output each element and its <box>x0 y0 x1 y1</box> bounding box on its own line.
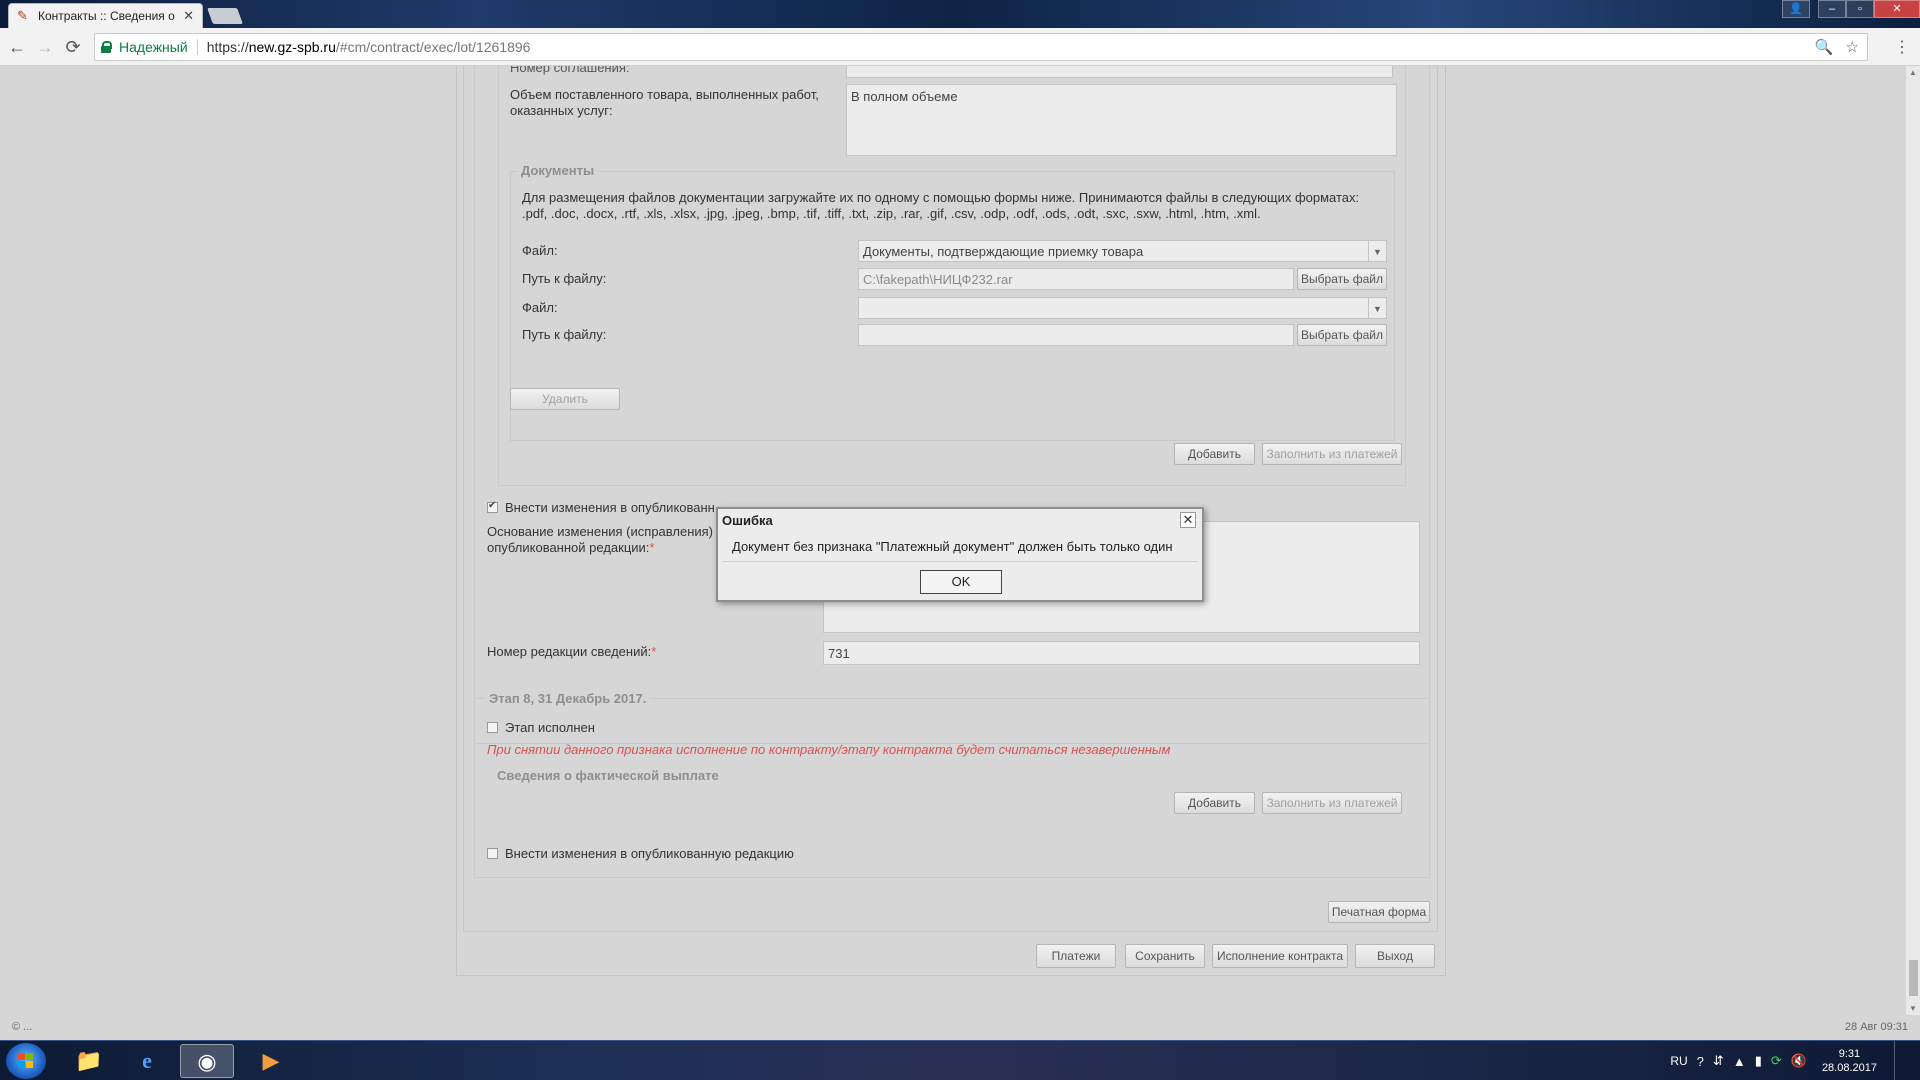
show-desktop-button[interactable] <box>1894 1041 1906 1080</box>
change-reason-label: Основание изменения (исправления) <box>487 524 714 539</box>
system-clock[interactable]: 9:31 28.08.2017 <box>1822 1047 1877 1075</box>
footer-datetime: 28 Авг 09:31 <box>1844 1021 1908 1033</box>
change-reason-label-2: опубликованной редакции:* <box>487 540 655 555</box>
file-explorer-icon[interactable]: 📁 <box>62 1044 116 1078</box>
scroll-down-icon[interactable]: ▼ <box>1909 1004 1917 1013</box>
file-path-input-2[interactable] <box>858 324 1294 346</box>
agreement-number-label: Номер соглашения: <box>510 66 630 75</box>
file-type-select-2[interactable]: ▼ <box>858 297 1387 319</box>
footer-copyright: © ... <box>12 1021 33 1033</box>
revision-number-field[interactable]: 731 <box>823 641 1420 665</box>
start-button[interactable] <box>6 1043 46 1079</box>
scroll-thumb[interactable] <box>1909 960 1918 996</box>
stage-done-checkbox[interactable] <box>487 722 498 733</box>
ok-button[interactable]: OK <box>920 570 1002 594</box>
page-scrollbar[interactable]: ▲ ▼ <box>1906 66 1920 1015</box>
choose-file-button-2[interactable]: Выбрать файл <box>1297 324 1387 346</box>
contract-execution-button[interactable]: Исполнение контракта <box>1212 944 1348 968</box>
change-published-checkbox[interactable] <box>487 500 498 513</box>
sync-icon[interactable]: ⟳ <box>1771 1053 1782 1069</box>
dialog-title: Ошибка <box>722 513 773 528</box>
dialog-message: Документ без признака "Платежный докумен… <box>732 539 1173 554</box>
tray-expand-icon[interactable]: ▲ <box>1733 1054 1746 1069</box>
change-published-label: Внести изменения в опубликованн <box>505 500 715 515</box>
documents-hint: Для размещения файлов документации загру… <box>522 190 1360 221</box>
print-form-button[interactable]: Печатная форма <box>1328 901 1430 923</box>
volume-textarea[interactable]: В полном объеме <box>846 84 1397 156</box>
secure-label: Надежный <box>119 39 198 55</box>
fill-stage-from-payments-button[interactable]: Заполнить из платежей <box>1262 792 1402 814</box>
add-stage-payment-button[interactable]: Добавить <box>1174 792 1255 814</box>
file-path-input-1[interactable]: C:\fakepath\НИЦФ232.rar <box>858 268 1294 290</box>
url-scheme: https:// <box>206 39 249 55</box>
scroll-up-icon[interactable]: ▲ <box>1909 68 1917 77</box>
stage-change-published-checkbox[interactable] <box>487 848 498 859</box>
zoom-icon[interactable]: 🔍 <box>1815 38 1834 56</box>
browser-menu-icon[interactable]: ⋮ <box>1894 37 1910 57</box>
file-label-2: Файл: <box>522 300 558 315</box>
path-label-2: Путь к файлу: <box>522 327 607 342</box>
file-label-1: Файл: <box>522 243 558 258</box>
new-tab-button[interactable] <box>207 8 243 24</box>
system-tray: RU ? ⇵ ▲ ▮ ⟳ 🔇 9:31 28.08.2017 <box>1670 1041 1920 1080</box>
forward-icon[interactable]: → <box>34 36 56 58</box>
fill-from-payments-button[interactable]: Заполнить из платежей <box>1262 443 1402 465</box>
site-favicon-icon: ✎ <box>17 8 28 23</box>
stage-legend: Этап 8, 31 Декабрь 2017. <box>485 691 651 706</box>
help-icon[interactable]: ? <box>1697 1054 1704 1069</box>
windows-taskbar: 📁 e ◉ ▶ RU ? ⇵ ▲ ▮ ⟳ 🔇 9:31 28.08.2017 <box>0 1040 1920 1080</box>
exit-button[interactable]: Выход <box>1355 944 1435 968</box>
bookmark-star-icon[interactable]: ☆ <box>1846 38 1859 56</box>
volume-label: Объем поставленного товара, выполненных … <box>510 87 819 118</box>
internet-explorer-icon[interactable]: e <box>120 1044 174 1078</box>
tab-title: Контракты :: Сведения о <box>38 9 175 23</box>
window-close-button[interactable]: ✕ <box>1874 0 1920 18</box>
user-profile-icon[interactable]: 👤 <box>1782 0 1810 18</box>
delete-button[interactable]: Удалить <box>510 388 620 410</box>
maximize-button[interactable]: ▫ <box>1846 0 1874 18</box>
chevron-down-icon: ▼ <box>1368 298 1386 318</box>
browser-toolbar: ← → ⟳ Надежный https://new.gz-spb.ru/#cm… <box>0 28 1920 66</box>
page-footer: © ... 28 Авг 09:31 <box>0 1015 1920 1040</box>
volume-muted-icon[interactable]: 🔇 <box>1791 1053 1807 1069</box>
language-indicator[interactable]: RU <box>1670 1054 1687 1068</box>
network-activity-icon[interactable]: ⇵ <box>1713 1053 1724 1069</box>
url-path: /#cm/contract/exec/lot/1261896 <box>335 39 531 55</box>
payments-button[interactable]: Платежи <box>1036 944 1116 968</box>
windows-logo-icon <box>18 1053 34 1069</box>
documents-legend: Документы <box>517 163 599 178</box>
browser-tabstrip: ✎ Контракты :: Сведения о ✕ 👤 – ▫ ✕ <box>0 0 1920 28</box>
add-payment-button[interactable]: Добавить <box>1174 443 1255 465</box>
chevron-down-icon: ▼ <box>1368 241 1386 261</box>
error-dialog: Ошибка ✕ Документ без признака "Платежны… <box>716 507 1204 602</box>
url-host: new.gz-spb.ru <box>248 39 336 55</box>
stage-change-published-label: Внести изменения в опубликованную редакц… <box>505 846 794 861</box>
close-icon[interactable]: ✕ <box>1180 512 1196 528</box>
browser-tab[interactable]: ✎ Контракты :: Сведения о ✕ <box>8 3 203 28</box>
minimize-button[interactable]: – <box>1818 0 1846 18</box>
path-label-1: Путь к файлу: <box>522 271 607 286</box>
lock-icon <box>101 41 112 53</box>
actual-payment-label: Сведения о фактической выплате <box>497 768 719 783</box>
clock-time: 9:31 <box>1838 1048 1861 1060</box>
url-text[interactable]: https://new.gz-spb.ru/#cm/contract/exec/… <box>207 39 531 55</box>
choose-file-button-1[interactable]: Выбрать файл <box>1297 268 1387 290</box>
network-icon[interactable]: ▮ <box>1755 1053 1762 1069</box>
media-player-icon[interactable]: ▶ <box>244 1044 298 1078</box>
stage-warning-text: При снятии данного признака исполнение п… <box>487 742 1171 757</box>
address-bar[interactable]: Надежный https://new.gz-spb.ru/#cm/contr… <box>94 33 1868 61</box>
save-button[interactable]: Сохранить <box>1125 944 1205 968</box>
tab-close-icon[interactable]: ✕ <box>183 8 194 24</box>
stage-done-label: Этап исполнен <box>505 720 595 735</box>
clock-date: 28.08.2017 <box>1821 1062 1877 1074</box>
dialog-divider <box>722 561 1198 562</box>
file-type-select-1[interactable]: Документы, подтверждающие приемку товара… <box>858 240 1387 262</box>
agreement-number-field[interactable] <box>846 66 1393 78</box>
reload-icon[interactable]: ⟳ <box>62 36 84 58</box>
revision-number-label: Номер редакции сведений:* <box>487 644 657 659</box>
window-controls: 👤 – ▫ ✕ <box>1782 0 1920 18</box>
file-type-value-1: Документы, подтверждающие приемку товара <box>863 244 1144 259</box>
back-icon[interactable]: ← <box>6 36 28 58</box>
chrome-icon[interactable]: ◉ <box>180 1044 234 1078</box>
